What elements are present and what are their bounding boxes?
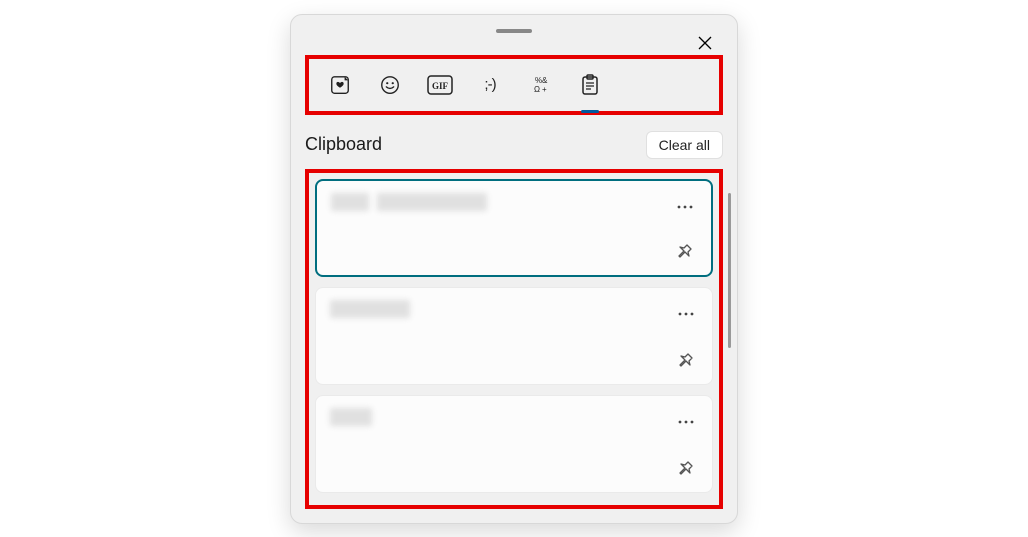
pin-icon bbox=[678, 352, 694, 368]
clipboard-item[interactable] bbox=[315, 395, 713, 493]
close-icon bbox=[698, 36, 712, 50]
more-button[interactable] bbox=[674, 410, 698, 434]
ellipsis-icon bbox=[677, 205, 693, 209]
pin-icon bbox=[677, 243, 693, 259]
redacted-text bbox=[330, 408, 372, 426]
section-header: Clipboard Clear all bbox=[291, 127, 737, 165]
redacted-text bbox=[377, 193, 487, 211]
clipboard-list bbox=[309, 173, 719, 505]
scrollbar[interactable] bbox=[728, 193, 731, 348]
more-button[interactable] bbox=[673, 195, 697, 219]
smiley-icon bbox=[379, 74, 401, 96]
pin-icon bbox=[678, 460, 694, 476]
tab-symbols[interactable]: %&Ω+ bbox=[515, 65, 565, 105]
drag-handle[interactable] bbox=[496, 29, 532, 33]
redacted-text bbox=[330, 300, 410, 318]
ellipsis-icon bbox=[678, 420, 694, 424]
items-highlight-box bbox=[305, 169, 723, 509]
toolbar-highlight-box: GIF ;-) %&Ω+ bbox=[305, 55, 723, 115]
category-toolbar: GIF ;-) %&Ω+ bbox=[309, 65, 719, 105]
ellipsis-icon bbox=[678, 312, 694, 316]
redacted-text bbox=[331, 193, 369, 211]
svg-text:GIF: GIF bbox=[432, 81, 449, 91]
more-button[interactable] bbox=[674, 302, 698, 326]
clipboard-icon bbox=[581, 74, 599, 96]
tab-clipboard[interactable] bbox=[565, 65, 615, 105]
svg-text:&: & bbox=[542, 76, 548, 85]
symbols-icon: %&Ω+ bbox=[530, 75, 550, 95]
heart-sticker-icon bbox=[329, 74, 351, 96]
emoji-clipboard-panel: GIF ;-) %&Ω+ Clipboard Clear all bbox=[290, 14, 738, 524]
kaomoji-icon: ;-) bbox=[484, 76, 495, 93]
section-title: Clipboard bbox=[305, 134, 382, 155]
clipboard-item[interactable] bbox=[315, 179, 713, 277]
clipboard-item-content bbox=[330, 408, 698, 426]
gif-icon: GIF bbox=[427, 75, 453, 95]
close-button[interactable] bbox=[691, 29, 719, 57]
tab-kaomoji[interactable]: ;-) bbox=[465, 65, 515, 105]
clipboard-item-content bbox=[331, 193, 697, 211]
svg-text:+: + bbox=[542, 85, 547, 94]
tab-emoji[interactable] bbox=[365, 65, 415, 105]
clipboard-item[interactable] bbox=[315, 287, 713, 385]
clipboard-item-content bbox=[330, 300, 698, 318]
svg-text:Ω: Ω bbox=[534, 85, 540, 94]
clear-all-button[interactable]: Clear all bbox=[646, 131, 723, 159]
tab-recent[interactable] bbox=[315, 65, 365, 105]
pin-button[interactable] bbox=[673, 239, 697, 263]
pin-button[interactable] bbox=[674, 348, 698, 372]
tab-gif[interactable]: GIF bbox=[415, 65, 465, 105]
pin-button[interactable] bbox=[674, 456, 698, 480]
